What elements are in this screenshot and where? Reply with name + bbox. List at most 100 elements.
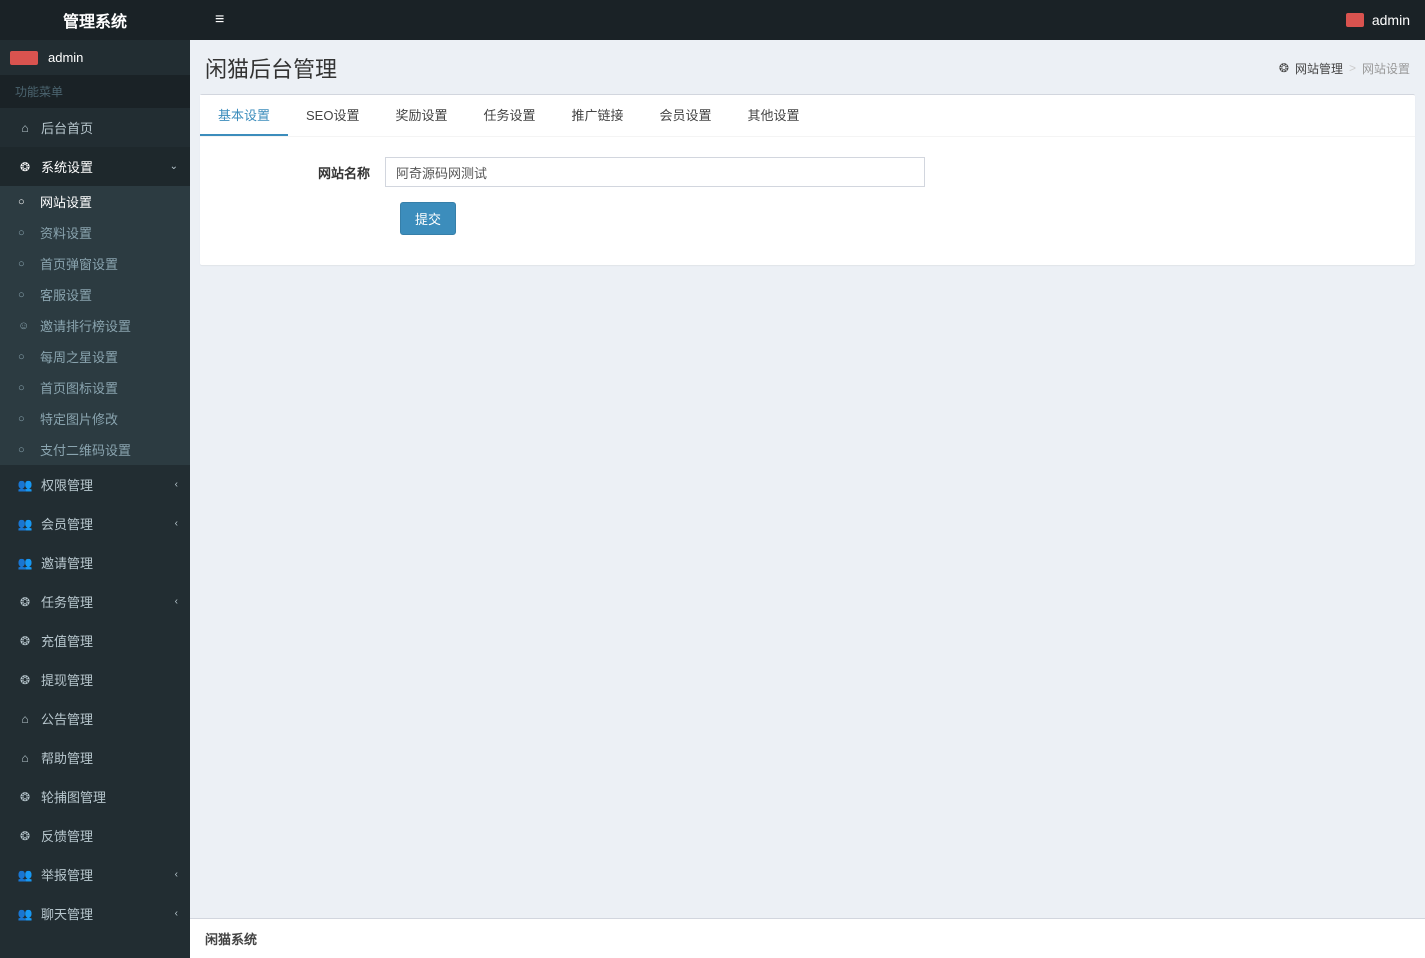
sidebar-subitem-1-6[interactable]: ○ 首页图标设置 (0, 372, 190, 403)
home-icon: ⌂ (15, 712, 35, 726)
sidebar-item-0[interactable]: ⌂ 后台首页 (0, 108, 190, 147)
navbar: admin (190, 0, 1425, 40)
form-group-site-name: 网站名称 (215, 157, 1400, 187)
breadcrumb-root[interactable]: 网站管理 (1295, 60, 1343, 77)
site-name-label: 网站名称 (215, 163, 385, 182)
sidebar-subitem-label: 资料设置 (40, 223, 92, 242)
chevron-left-icon: ‹ (175, 479, 178, 490)
tab-5[interactable]: 会员设置 (642, 95, 730, 136)
users-icon: 👥 (15, 907, 35, 921)
sidebar-item-label: 提现管理 (41, 670, 93, 689)
circle-icon: ○ (18, 382, 36, 394)
sidebar-username: admin (48, 50, 83, 65)
sidebar-user-avatar-icon (10, 51, 38, 65)
sidebar-subitem-label: 邀请排行榜设置 (40, 316, 131, 335)
sidebar-user-panel: admin (0, 40, 190, 75)
tab-3[interactable]: 任务设置 (466, 95, 554, 136)
logo: 管理系统 (0, 0, 190, 40)
sidebar-item-7[interactable]: ❂ 提现管理 (0, 660, 190, 699)
sidebar-item-label: 公告管理 (41, 709, 93, 728)
sidebar-subitem-1-2[interactable]: ○ 首页弹窗设置 (0, 248, 190, 279)
sidebar-item-6[interactable]: ❂充值管理 (0, 621, 190, 660)
dashboard-icon: ❂ (15, 829, 35, 843)
tab-content: 网站名称 提交 (200, 137, 1415, 265)
sidebar-item-label: 后台首页 (41, 118, 93, 137)
circle-icon: ○ (18, 444, 36, 456)
main-header: 管理系统 admin (0, 0, 1425, 40)
tab-1[interactable]: SEO设置 (288, 95, 377, 136)
dashboard-icon: ❂ (15, 595, 35, 609)
tab-6[interactable]: 其他设置 (730, 95, 818, 136)
chevron-down-icon: ⌄ (170, 161, 178, 172)
breadcrumb: ❂ 网站管理 > 网站设置 (1279, 60, 1410, 77)
dashboard-icon: ❂ (1279, 61, 1289, 75)
content-wrapper: 闲猫后台管理 ❂ 网站管理 > 网站设置 基本设置SEO设置奖励设置任务设置推广… (190, 40, 1425, 958)
sidebar-subitem-1-5[interactable]: ○ 每周之星设置 (0, 341, 190, 372)
sidebar-menu: ⌂后台首页❂系统设置⌄○网站设置○资料设置○首页弹窗设置○客服设置☺邀请排行榜设… (0, 108, 190, 933)
sidebar-item-1[interactable]: ❂ 系统设置 ⌄ (0, 147, 190, 186)
main-footer: 闲猫系统 (190, 918, 1425, 958)
sidebar-item-8[interactable]: ⌂ 公告管理 (0, 699, 190, 738)
users-icon: 👥 (15, 478, 35, 492)
sidebar-item-2[interactable]: 👥权限管理‹ (0, 465, 190, 504)
tab-0[interactable]: 基本设置 (200, 95, 288, 136)
sidebar-item-11[interactable]: ❂ 反馈管理 (0, 816, 190, 855)
sidebar-item-label: 充值管理 (41, 631, 93, 650)
home-icon: ⌂ (15, 751, 35, 765)
submit-button[interactable]: 提交 (400, 202, 456, 235)
chevron-left-icon: ‹ (175, 596, 178, 607)
users-icon: 👥 (15, 517, 35, 531)
tab-4[interactable]: 推广链接 (554, 95, 642, 136)
sidebar-subitem-label: 特定图片修改 (40, 409, 118, 428)
sidebar-item-label: 任务管理 (41, 592, 93, 611)
sidebar-subitem-1-7[interactable]: ○特定图片修改 (0, 403, 190, 434)
content-header: 闲猫后台管理 ❂ 网站管理 > 网站设置 (190, 40, 1425, 94)
circle-icon: ○ (18, 196, 36, 208)
circle-icon: ○ (18, 351, 36, 363)
sidebar-subitem-label: 首页图标设置 (40, 378, 118, 397)
dashboard-icon: ❂ (15, 673, 35, 687)
settings-box: 基本设置SEO设置奖励设置任务设置推广链接会员设置其他设置 网站名称 提交 (200, 94, 1415, 265)
site-name-input[interactable] (385, 157, 925, 187)
sidebar-subitem-1-8[interactable]: ○支付二维码设置 (0, 434, 190, 465)
sidebar-item-4[interactable]: 👥邀请管理 (0, 543, 190, 582)
sidebar-item-label: 举报管理 (41, 865, 93, 884)
breadcrumb-separator: > (1349, 61, 1356, 75)
sidebar-item-label: 聊天管理 (41, 904, 93, 923)
footer-text: 闲猫系统 (205, 932, 257, 947)
navbar-user[interactable]: admin (1346, 12, 1410, 28)
sidebar-subitem-1-4[interactable]: ☺邀请排行榜设置 (0, 310, 190, 341)
sidebar-subitem-1-3[interactable]: ○ 客服设置 (0, 279, 190, 310)
sidebar-subitem-label: 首页弹窗设置 (40, 254, 118, 273)
sidebar-subitem-1-1[interactable]: ○资料设置 (0, 217, 190, 248)
sidebar-item-13[interactable]: 👥 聊天管理 ‹ (0, 894, 190, 933)
navbar-username: admin (1372, 12, 1410, 28)
chevron-left-icon: ‹ (175, 869, 178, 880)
sidebar-item-5[interactable]: ❂ 任务管理 ‹ (0, 582, 190, 621)
circle-icon: ○ (18, 258, 36, 270)
sidebar-item-10[interactable]: ❂轮捕图管理 (0, 777, 190, 816)
submit-row: 提交 (215, 202, 1400, 235)
sidebar-item-12[interactable]: 👥 举报管理 ‹ (0, 855, 190, 894)
sidebar-item-3[interactable]: 👥会员管理‹ (0, 504, 190, 543)
home-icon: ⌂ (15, 121, 35, 135)
sidebar-item-label: 反馈管理 (41, 826, 93, 845)
users-icon: 👥 (15, 868, 35, 882)
sidebar-subitem-1-0[interactable]: ○ 网站设置 (0, 186, 190, 217)
sidebar-item-label: 帮助管理 (41, 748, 93, 767)
sidebar-subitem-label: 每周之星设置 (40, 347, 118, 366)
circle-icon: ○ (18, 289, 36, 301)
sidebar-subitem-label: 网站设置 (40, 192, 92, 211)
sidebar-subitem-label: 客服设置 (40, 285, 92, 304)
sidebar-item-9[interactable]: ⌂ 帮助管理 (0, 738, 190, 777)
breadcrumb-current: 网站设置 (1362, 60, 1410, 77)
dashboard-icon: ❂ (15, 160, 35, 174)
sidebar-section-header: 功能菜单 (0, 75, 190, 108)
page-title: 闲猫后台管理 (205, 52, 337, 84)
tab-2[interactable]: 奖励设置 (377, 95, 465, 136)
settings-tabs: 基本设置SEO设置奖励设置任务设置推广链接会员设置其他设置 (200, 95, 1415, 137)
users-icon: 👥 (15, 556, 35, 570)
sidebar-toggle-icon[interactable] (205, 11, 234, 29)
sidebar-item-label: 系统设置 (41, 157, 93, 176)
chevron-left-icon: ‹ (175, 908, 178, 919)
